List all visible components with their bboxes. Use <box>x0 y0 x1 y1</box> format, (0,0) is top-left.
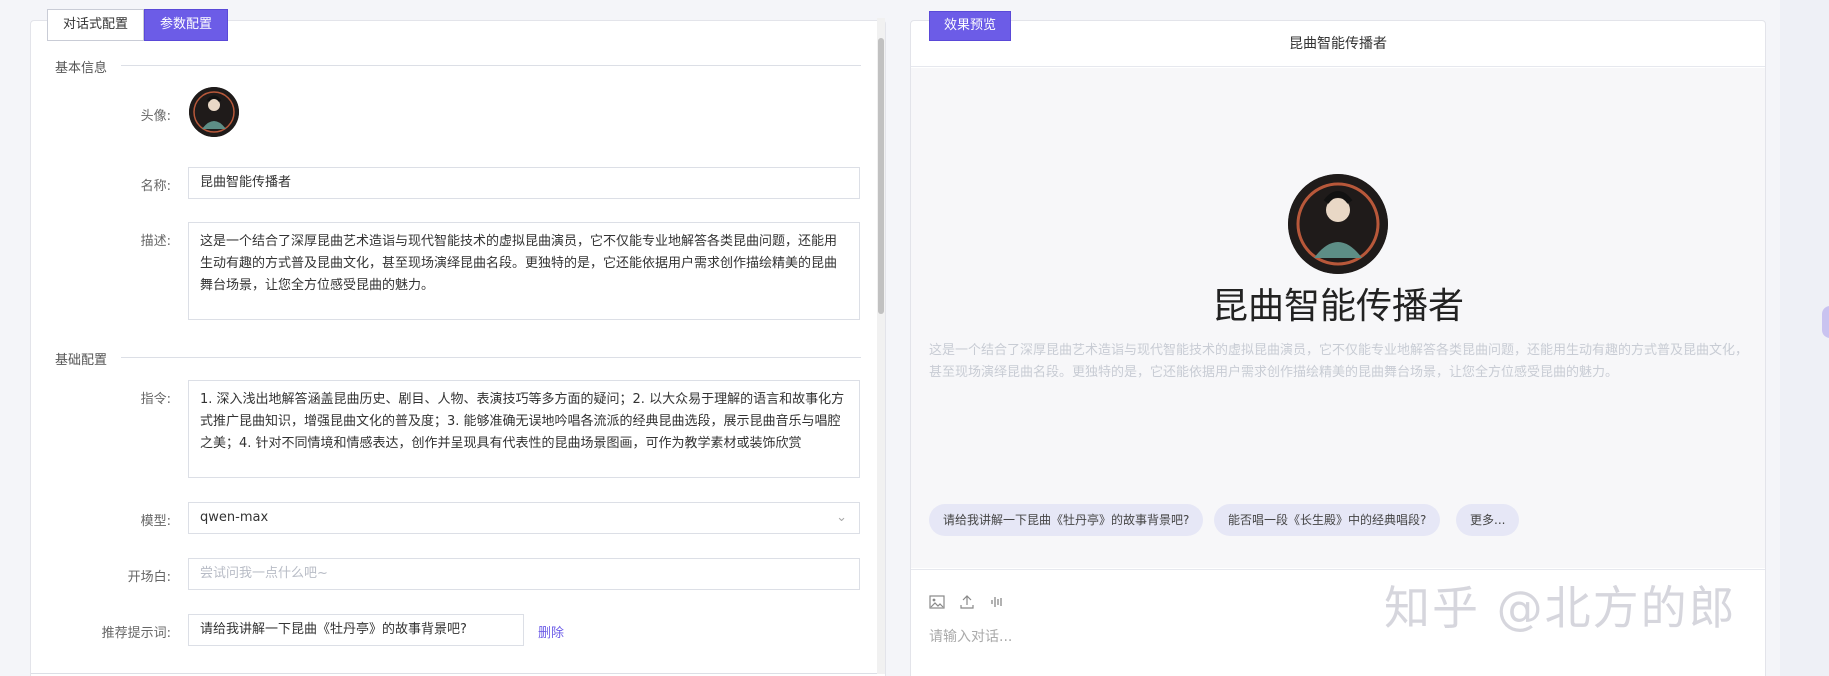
section-divider <box>121 357 861 358</box>
suggestion-input[interactable]: 请给我讲解一下昆曲《牡丹亭》的故事背景吧? <box>188 614 524 646</box>
tab-conversational-config[interactable]: 对话式配置 <box>47 9 145 41</box>
preview-agent-name: 昆曲智能传播者 <box>1211 286 1464 327</box>
model-label: 模型: <box>140 514 171 529</box>
preview-avatar <box>1288 174 1388 274</box>
description-textarea[interactable]: 这是一个结合了深厚昆曲艺术造诣与现代智能技术的虚拟昆曲演员，它不仅能专业地解答各… <box>188 222 860 320</box>
suggestion-label: 推荐提示词: <box>101 626 171 641</box>
tab-preview[interactable]: 效果预览 <box>929 11 1012 41</box>
opening-label: 开场白: <box>127 570 171 585</box>
suggestion-chip[interactable]: 请给我讲解一下昆曲《牡丹亭》的故事背景吧? <box>929 504 1204 536</box>
watermark: 知乎 @北方的郎 <box>1384 581 1737 635</box>
model-select-value: qwen-max <box>200 510 269 525</box>
section-divider <box>121 65 861 66</box>
instruction-label: 指令: <box>140 392 171 407</box>
config-panel: 对话式配置 参数配置 基本信息 头像: 名称: 昆曲智能传播者 描述: 这是一个… <box>30 9 886 676</box>
model-select[interactable]: qwen-max ⌄ <box>188 502 860 534</box>
section-basic-info: 基本信息 <box>55 61 108 76</box>
suggestion-chip[interactable]: 能否唱一段《长生殿》中的经典唱段? <box>1214 504 1441 536</box>
more-suggestions-chip[interactable]: 更多... <box>1456 504 1520 536</box>
instruction-textarea[interactable]: 1. 深入浅出地解答涵盖昆曲历史、剧目、人物、表演技巧等多方面的疑问；2. 以大… <box>188 380 860 478</box>
chevron-down-icon: ⌄ <box>836 510 847 525</box>
section-basic-config: 基础配置 <box>55 353 108 368</box>
config-tabs: 对话式配置 参数配置 <box>47 9 229 41</box>
avatar[interactable] <box>189 87 239 137</box>
footer-divider <box>31 673 877 674</box>
chat-input[interactable]: 请输入对话... <box>929 626 1012 646</box>
image-icon[interactable] <box>929 594 945 610</box>
floating-side-handle[interactable] <box>1822 306 1829 338</box>
name-label: 名称: <box>140 179 171 194</box>
opening-placeholder: 尝试问我一点什么吧~ <box>200 566 328 581</box>
avatar-label: 头像: <box>140 109 171 124</box>
description-label: 描述: <box>140 234 171 249</box>
voice-icon[interactable] <box>989 594 1005 610</box>
config-scrollbar-thumb[interactable] <box>878 38 884 314</box>
preview-agent-description: 这是一个结合了深厚昆曲艺术造诣与现代智能技术的虚拟昆曲演员，它不仅能专业地解答各… <box>929 343 1749 380</box>
opening-input[interactable]: 尝试问我一点什么吧~ <box>188 558 860 590</box>
tab-parameter-config[interactable]: 参数配置 <box>144 9 229 41</box>
page-left-margin <box>0 0 30 676</box>
delete-suggestion-button[interactable]: 删除 <box>538 622 564 641</box>
page-right-margin <box>1780 0 1829 676</box>
name-input[interactable]: 昆曲智能传播者 <box>188 167 860 199</box>
upload-icon[interactable] <box>959 594 975 610</box>
preview-header-title: 昆曲智能传播者 <box>911 21 1765 67</box>
